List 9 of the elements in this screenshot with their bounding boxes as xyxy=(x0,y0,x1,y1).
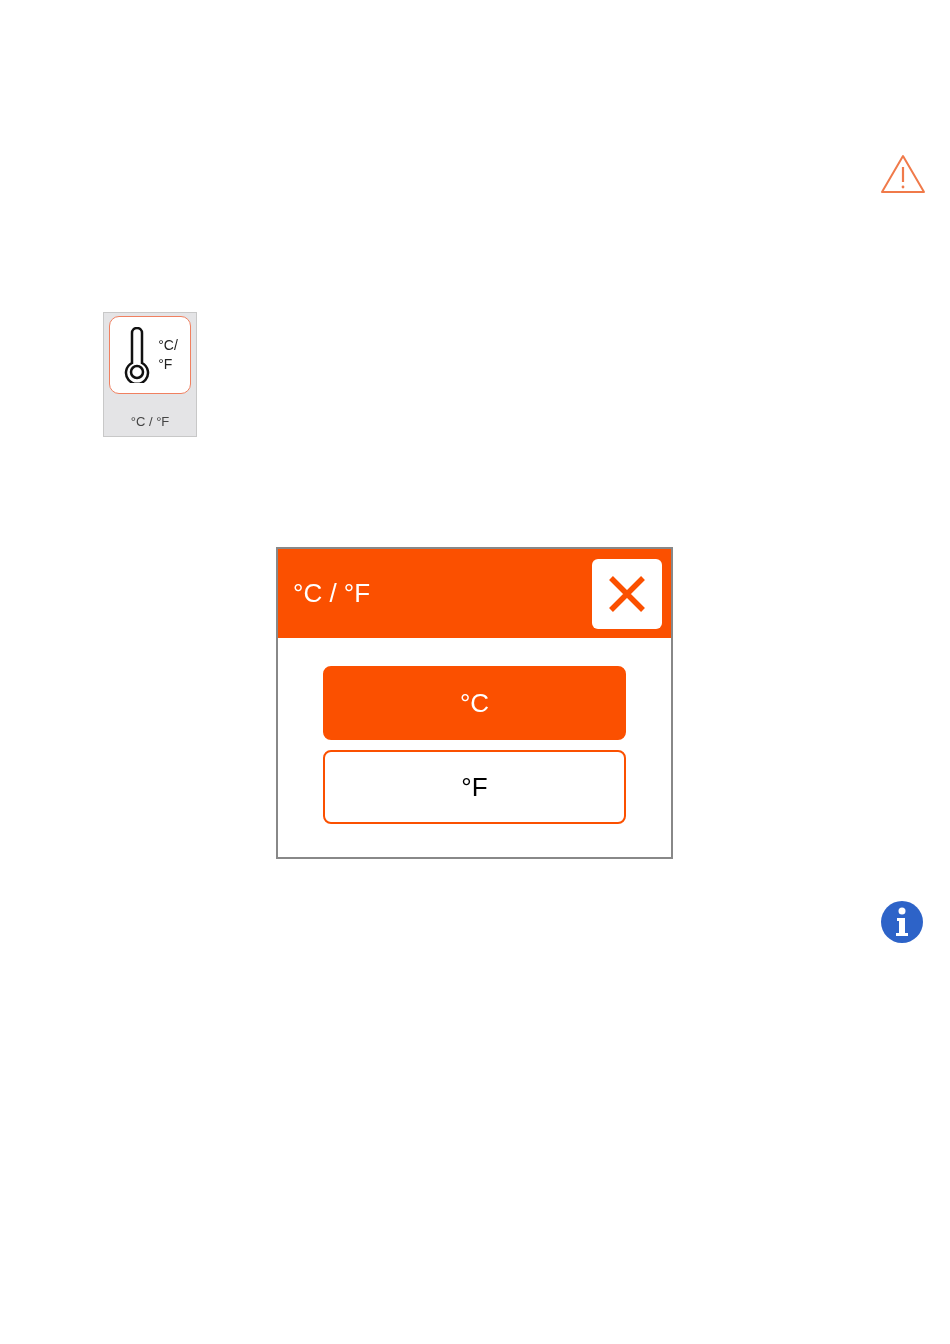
close-button[interactable] xyxy=(592,558,662,629)
unit-option[interactable]: °F xyxy=(323,750,626,824)
unit-text: °C/ xyxy=(158,336,178,355)
dialog-title: °C / °F xyxy=(293,578,371,609)
unit-tile[interactable]: °C/ °F °C / °F xyxy=(103,312,197,437)
unit-text: °F xyxy=(158,355,174,374)
info-icon xyxy=(880,900,924,944)
warning-icon xyxy=(880,154,926,194)
tile-label: °C / °F xyxy=(130,414,170,429)
